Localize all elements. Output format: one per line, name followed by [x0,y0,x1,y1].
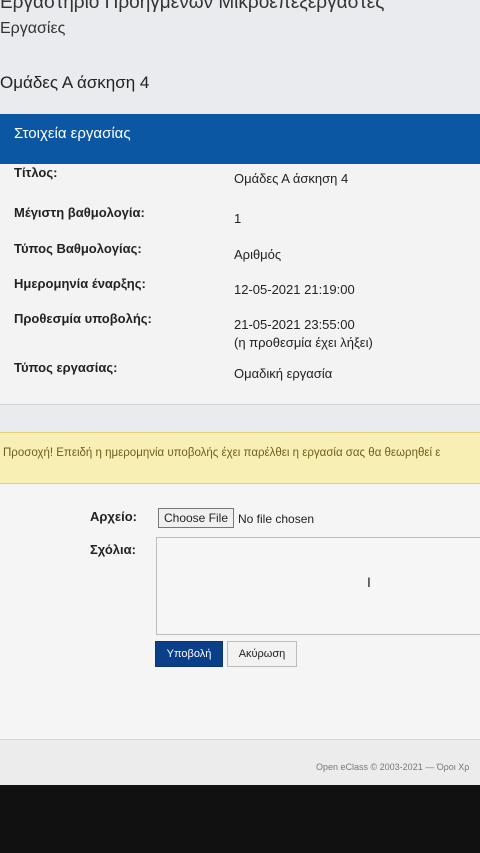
choose-file-button[interactable]: Choose File [158,508,234,528]
max-grade-row: Μέγιστη βαθμολογία: 1 [14,205,241,226]
deadline-expired-note: (η προθεσμία έχει λήξει) [234,335,373,350]
panel-header: Στοιχεία εργασίας [0,114,480,164]
warning-text: Προσοχή! Επειδή η ημερομηνία υποβολής έχ… [3,447,441,459]
deadline-value: 21-05-2021 23:55:00 [234,317,355,332]
max-grade-label: Μέγιστη βαθμολογία: [14,205,145,220]
deadline-label: Προθεσμία υποβολής: [14,311,152,326]
screen-bezel [0,785,480,853]
cancel-button[interactable]: Ακύρωση [227,641,297,667]
page-title: Ομάδες Α άσκηση 4 [0,73,150,92]
comments-textarea[interactable]: I [156,537,480,635]
comments-label: Σχόλια: [90,542,136,557]
title-value: Ομάδες Α άσκηση 4 [234,171,349,186]
grade-type-label: Τύπος Βαθμολογίας: [14,241,142,256]
start-date-row: Ημερομηνία έναρξης: 12-05-2021 21:19:00 [14,276,355,297]
late-submission-warning: Προσοχή! Επειδή η ημερομηνία υποβολής έχ… [0,432,480,484]
title-label: Τίτλος: [14,165,58,180]
file-status: No file chosen [238,512,315,526]
course-title[interactable]: Εργαστήριο Προηγμένων Μικροεπεξεργαστές [0,0,384,14]
submit-button[interactable]: Υποβολή [155,641,223,667]
deadline-row: Προθεσμία υποβολής: 21-05-2021 23:55:00 … [14,311,373,350]
grade-type-value: Αριθμός [234,247,282,262]
assignment-type-row: Τύπος εργασίας: Ομαδική εργασία [14,360,332,381]
assignment-type-label: Τύπος εργασίας: [14,360,118,375]
breadcrumb[interactable]: Εργασίες [0,20,65,38]
assignment-type-value: Ομαδική εργασία [234,366,333,381]
max-grade-value: 1 [234,211,242,226]
start-date-value: 12-05-2021 21:19:00 [234,282,355,297]
title-row: Τίτλος: Ομάδες Α άσκηση 4 [14,165,348,186]
file-label: Αρχείο: [90,509,137,524]
text-cursor-icon: I [367,574,371,590]
assignment-details-panel: Στοιχεία εργασίας Τίτλος: Ομάδες Α άσκησ… [0,114,480,405]
footer: Open eClass © 2003-2021 — Όροι Χρ [0,739,480,786]
grade-type-row: Τύπος Βαθμολογίας: Αριθμός [14,241,281,262]
site-header: Εργαστήριο Προηγμένων Μικροεπεξεργαστές [0,0,480,16]
start-date-label: Ημερομηνία έναρξης: [14,276,146,291]
footer-text: Open eClass © 2003-2021 — Όροι Χρ [316,762,470,772]
